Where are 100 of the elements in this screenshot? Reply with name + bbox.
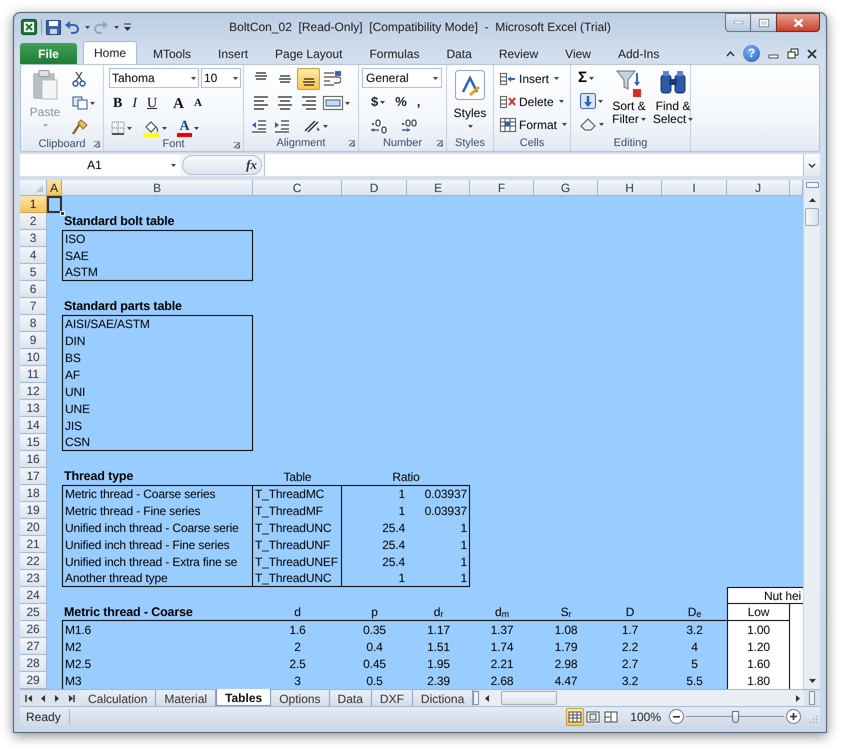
sheet-tab[interactable]: Data <box>330 690 372 706</box>
sheet-tab[interactable]: Options <box>271 690 330 706</box>
expand-formula-button[interactable] <box>803 154 820 176</box>
row-header[interactable]: 9 <box>20 332 47 349</box>
row-header[interactable]: 23 <box>20 570 47 587</box>
formula-input[interactable] <box>264 154 803 176</box>
file-tab[interactable]: File <box>20 43 77 64</box>
caret-icon[interactable] <box>162 126 167 130</box>
row-header[interactable]: 7 <box>20 298 47 315</box>
insert-function-button[interactable]: fx <box>182 155 262 175</box>
row-header[interactable]: 24 <box>20 587 47 604</box>
row-header[interactable]: 27 <box>20 638 47 655</box>
caret-icon[interactable] <box>598 100 603 102</box>
row-header[interactable]: 16 <box>20 451 47 468</box>
split-handle[interactable] <box>809 691 815 705</box>
font-name-field[interactable]: Tahoma <box>109 68 199 88</box>
sheet-tab[interactable]: Calculation <box>80 690 156 706</box>
sheet-tab[interactable]: Material <box>156 690 216 706</box>
collapse-ribbon-icon[interactable] <box>726 50 735 56</box>
row-header[interactable]: 6 <box>20 281 47 298</box>
column-header[interactable]: A <box>47 180 62 196</box>
row-header[interactable]: 1 <box>20 196 47 213</box>
sheet-tab[interactable]: DXF <box>372 690 413 706</box>
fill-button[interactable] <box>578 91 606 111</box>
row-header[interactable]: 17 <box>20 468 47 485</box>
minimize-icon[interactable] <box>734 21 742 24</box>
dialog-launcher-icon[interactable] <box>233 142 240 149</box>
minus-icon[interactable] <box>673 716 680 718</box>
first-arrow-icon[interactable] <box>25 694 33 702</box>
zoom-in-button[interactable] <box>786 709 801 724</box>
caret-icon[interactable] <box>380 100 386 104</box>
caret-icon[interactable] <box>599 122 604 126</box>
ribbon-tab[interactable]: MTools <box>140 43 204 64</box>
caret-icon[interactable] <box>345 102 350 104</box>
close-button[interactable] <box>776 13 820 32</box>
vertical-scrollbar[interactable] <box>803 180 820 689</box>
chevron-down-icon[interactable] <box>808 162 816 168</box>
restore-icon[interactable] <box>787 48 799 59</box>
scroll-up-icon[interactable] <box>808 198 816 202</box>
minimize-button[interactable] <box>725 13 751 32</box>
column-header[interactable]: E <box>407 180 470 196</box>
row-header[interactable]: 4 <box>20 247 47 264</box>
find-select-button[interactable]: Find & Select <box>652 68 694 136</box>
sheet-tab[interactable]: Tables <box>216 689 272 706</box>
column-header[interactable]: B <box>62 180 253 196</box>
caret-icon[interactable] <box>562 123 568 126</box>
autosum-button[interactable]: Σ <box>578 68 606 88</box>
row-header[interactable]: 19 <box>20 502 47 519</box>
column-header[interactable]: J <box>727 180 790 196</box>
row-header[interactable]: 12 <box>20 383 47 400</box>
ribbon-tab[interactable]: View <box>552 43 604 64</box>
left-arrow-icon[interactable] <box>39 694 47 702</box>
column-header[interactable]: H <box>598 180 662 196</box>
caret-icon[interactable] <box>433 76 438 80</box>
caret-icon[interactable] <box>114 26 119 28</box>
scroll-thumb[interactable] <box>805 208 819 226</box>
ribbon-tab[interactable]: Formulas <box>356 43 432 64</box>
column-header[interactable]: C <box>253 180 342 196</box>
row-header[interactable]: 3 <box>20 230 47 247</box>
maximize-icon[interactable] <box>758 18 768 26</box>
scroll-right-icon[interactable] <box>796 694 800 702</box>
caret-icon[interactable] <box>171 164 176 166</box>
column-header[interactable]: I <box>662 180 727 196</box>
caret-icon[interactable] <box>85 26 90 28</box>
styles-button[interactable]: Styles <box>450 68 490 136</box>
column-header[interactable]: G <box>534 180 598 196</box>
row-header[interactable]: 26 <box>20 621 47 638</box>
row-header[interactable]: 11 <box>20 366 47 383</box>
caret-icon[interactable] <box>589 76 594 80</box>
normal-view-button[interactable] <box>566 708 584 726</box>
row-header[interactable]: 13 <box>20 400 47 417</box>
split-handle[interactable] <box>806 182 818 188</box>
sort-filter-button[interactable]: Sort & Filter <box>608 68 650 136</box>
underline-button[interactable]: U <box>143 93 162 113</box>
close-icon[interactable] <box>807 48 817 58</box>
last-arrow-icon[interactable] <box>67 694 75 702</box>
caret-icon[interactable] <box>90 102 95 104</box>
number-format-field[interactable]: General <box>362 68 442 88</box>
percent-button[interactable]: % <box>392 92 410 112</box>
scroll-thumb[interactable] <box>501 691 558 705</box>
ribbon-tab[interactable]: Data <box>433 43 485 64</box>
insert-cells-button[interactable]: Insert <box>500 68 568 89</box>
caret-icon[interactable] <box>640 118 646 122</box>
font-size-field[interactable]: 10 <box>201 68 241 88</box>
zoom-slider[interactable] <box>686 710 784 722</box>
ribbon-tab[interactable]: Insert <box>205 43 262 64</box>
row-header[interactable]: 18 <box>20 485 47 502</box>
grow-font-button[interactable]: A <box>169 93 188 113</box>
scroll-down-icon[interactable] <box>808 678 816 682</box>
column-header[interactable]: D <box>342 180 407 196</box>
caret-icon[interactable] <box>127 126 132 130</box>
row-header[interactable]: 21 <box>20 536 47 553</box>
horizontal-scrollbar[interactable] <box>479 690 804 706</box>
merge-center-button[interactable] <box>321 93 352 113</box>
bold-button[interactable]: B <box>109 93 126 113</box>
undo-icon[interactable] <box>65 20 79 34</box>
delete-cells-button[interactable]: Delete <box>500 91 568 112</box>
ribbon-tab[interactable]: Home <box>83 41 138 64</box>
caret-icon[interactable] <box>688 118 694 122</box>
italic-button[interactable]: I <box>128 93 142 113</box>
